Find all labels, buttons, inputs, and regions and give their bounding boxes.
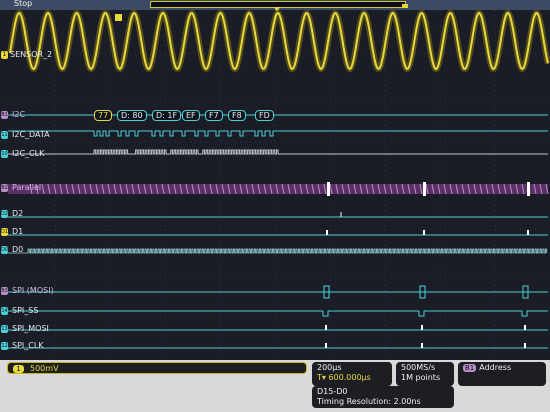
timing-resolution: Timing Resolution: 2.00ns bbox=[317, 397, 421, 406]
bus3-marker[interactable]: B3 bbox=[1, 287, 8, 295]
d13-marker[interactable]: 13 bbox=[1, 325, 8, 333]
spi-bus-label: SPI (MOSI) bbox=[12, 286, 54, 295]
spi-ss-trace bbox=[8, 310, 548, 317]
i2c-clk-label: I2C_CLK bbox=[12, 149, 45, 158]
d10-marker[interactable]: 10 bbox=[1, 150, 8, 158]
analog-waveform-glow bbox=[7, 9, 550, 73]
i2c-address-packet[interactable]: 77 bbox=[94, 110, 113, 121]
d2-label: D2 bbox=[12, 209, 24, 218]
spi-clk-label: SPI_CLK bbox=[12, 341, 44, 350]
i2c-clk-trace bbox=[8, 149, 548, 155]
digital-group: D15-D0 bbox=[317, 387, 348, 396]
bus1-marker[interactable]: B1 bbox=[1, 111, 8, 119]
ch1-chip: 1 bbox=[13, 365, 24, 373]
parallel-event-marker bbox=[327, 182, 330, 196]
sample-rate: 500MS/s bbox=[401, 363, 436, 372]
trigger-t-icon bbox=[115, 14, 122, 21]
acquisition-readout[interactable]: 500MS/s 1M points bbox=[396, 362, 454, 386]
d0-label: D0 bbox=[12, 245, 24, 254]
horizontal-readout[interactable]: 200µs T▾ 600.000µs bbox=[312, 362, 392, 386]
trigger-type: Address bbox=[479, 363, 512, 372]
i2c-data-packet[interactable]: EF bbox=[182, 110, 200, 121]
oscilloscope-screen: Stop 1 B1 11 10 B2 D2 D1 D0 B3 14 13 12 … bbox=[0, 0, 550, 412]
spi-clk-pulse bbox=[325, 343, 327, 348]
parallel-event-marker bbox=[527, 182, 530, 196]
i2c-data-packet[interactable]: FD bbox=[255, 110, 274, 121]
d0-marker[interactable]: D0 bbox=[1, 246, 8, 254]
ch1-marker[interactable]: 1 bbox=[1, 51, 8, 59]
spi-mosi-pulse bbox=[421, 325, 423, 330]
i2c-data-packet[interactable]: F7 bbox=[205, 110, 223, 121]
record-length: 1M points bbox=[401, 373, 441, 382]
waveform-area[interactable] bbox=[0, 0, 550, 360]
digital-group-readout[interactable]: D15-D0 Timing Resolution: 2.00ns bbox=[312, 386, 454, 408]
spi-ss-label: SPI_SS bbox=[12, 306, 39, 315]
d1-pulse bbox=[423, 230, 425, 235]
i2c-data-label: I2C_DATA bbox=[12, 130, 50, 139]
d1-pulse bbox=[527, 230, 529, 235]
parallel-bus-label: Parallel bbox=[12, 183, 42, 192]
i2c-data-trace bbox=[8, 130, 548, 137]
spi-clk-pulse bbox=[421, 343, 423, 348]
timebase: 200µs bbox=[317, 363, 342, 372]
i2c-data-packet[interactable]: F8 bbox=[228, 110, 246, 121]
status-bar: 1 500mV 200µs T▾ 600.000µs 500MS/s 1M poi… bbox=[0, 360, 550, 412]
d14-marker[interactable]: 14 bbox=[1, 307, 8, 315]
d1-pulse bbox=[326, 230, 328, 235]
i2c-data-packet[interactable]: D: 1F bbox=[152, 110, 182, 121]
trigger-source-chip: B1 bbox=[463, 364, 477, 372]
d2-marker[interactable]: D2 bbox=[1, 210, 8, 218]
trigger-readout[interactable]: B1 Address bbox=[458, 362, 546, 386]
d0-trace bbox=[8, 248, 548, 254]
d1-label: D1 bbox=[12, 227, 24, 236]
sensor-2-label: SENSOR_2 bbox=[10, 50, 53, 59]
ch1-scale: 500mV bbox=[30, 364, 59, 373]
spi-mosi-label: SPI_MOSI bbox=[12, 324, 49, 333]
trigger-position: T▾ 600.000µs bbox=[317, 373, 371, 382]
d12-marker[interactable]: 12 bbox=[1, 342, 8, 350]
d1-marker[interactable]: D1 bbox=[1, 228, 8, 236]
i2c-bus-label: I2C bbox=[12, 110, 26, 119]
ch1-scale-readout[interactable]: 1 500mV bbox=[7, 362, 307, 374]
parallel-event-marker bbox=[423, 182, 426, 196]
spi-mosi-pulse bbox=[325, 325, 327, 330]
bus2-marker[interactable]: B2 bbox=[1, 184, 8, 192]
i2c-data-packet[interactable]: D: 80 bbox=[117, 110, 147, 121]
d11-marker[interactable]: 11 bbox=[1, 131, 8, 139]
spi-mosi-pulse bbox=[524, 325, 526, 330]
spi-clk-pulse bbox=[524, 343, 526, 348]
